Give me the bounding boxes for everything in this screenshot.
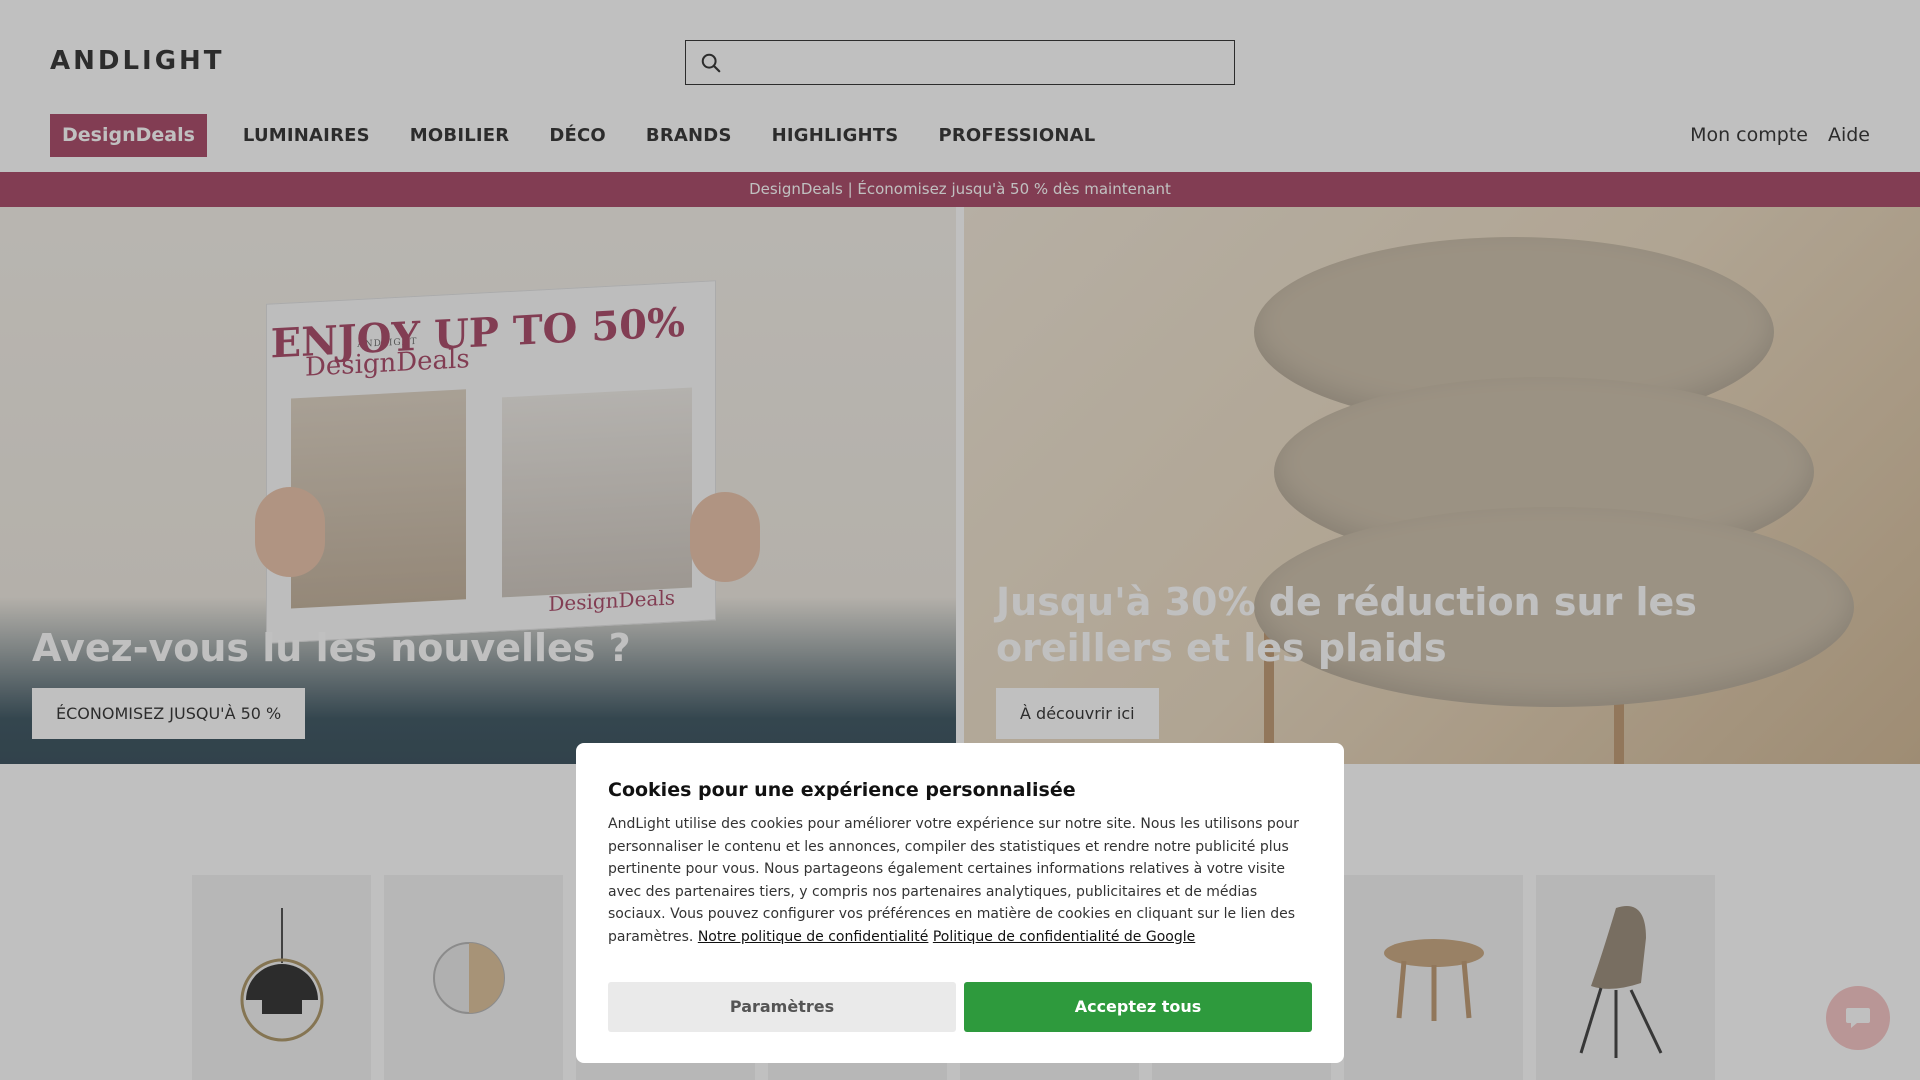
accept-all-button[interactable]: Acceptez tous: [964, 982, 1312, 1032]
google-privacy-link[interactable]: Politique de confidentialité de Google: [933, 929, 1195, 945]
settings-button[interactable]: Paramètres: [608, 982, 956, 1032]
cookie-title: Cookies pour une expérience personnalisé…: [608, 779, 1076, 801]
cookie-dialog: Cookies pour une expérience personnalisé…: [576, 743, 1344, 1063]
cookie-buttons: Paramètres Acceptez tous: [608, 982, 1312, 1032]
cookie-body: AndLight utilise des cookies pour amélio…: [608, 813, 1312, 948]
privacy-policy-link[interactable]: Notre politique de confidentialité: [698, 929, 929, 945]
cookie-body-text: AndLight utilise des cookies pour amélio…: [608, 816, 1299, 945]
